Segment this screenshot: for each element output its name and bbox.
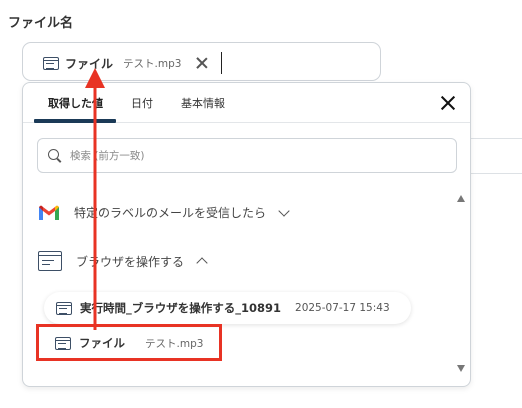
scroll-down-arrow[interactable] (457, 365, 465, 372)
file-icon (56, 301, 72, 315)
background-field (470, 138, 522, 174)
chip-label: ファイル (65, 56, 114, 71)
tab-bar: 取得した値 日付 基本情報 (23, 83, 470, 123)
group-browser-operation[interactable]: ブラウザを操作する (38, 251, 208, 271)
browser-icon (38, 251, 62, 271)
close-icon[interactable] (195, 56, 209, 70)
chevron-down-icon (278, 204, 290, 217)
gmail-icon (38, 204, 60, 221)
file-name-input[interactable]: ファイル テスト.mp3 (22, 42, 381, 81)
group-label: ブラウザを操作する (76, 254, 185, 269)
field-label: ファイル名 (8, 16, 74, 31)
search-input[interactable] (70, 149, 430, 162)
chip-sub: テスト.mp3 (123, 57, 182, 70)
group-gmail-trigger[interactable]: 特定のラベルのメールを受信したら (38, 204, 290, 221)
file-chip[interactable]: ファイル テスト.mp3 (43, 52, 209, 74)
active-tab-indicator (34, 119, 116, 123)
annotation-highlight-box (36, 324, 222, 361)
tab-date[interactable]: 日付 (131, 95, 153, 111)
list-item-execution-time[interactable]: 実行時間_ブラウザを操作する_10891 2025-07-17 15:43 (44, 292, 411, 324)
text-caret (221, 52, 222, 74)
tab-basic-info[interactable]: 基本情報 (181, 95, 225, 111)
group-label: 特定のラベルのメールを受信したら (74, 206, 267, 220)
search-icon (48, 148, 62, 163)
close-icon[interactable] (440, 95, 456, 111)
file-icon (43, 56, 59, 70)
item-label: 実行時間_ブラウザを操作する_10891 (80, 301, 282, 315)
chevron-up-icon (196, 257, 208, 269)
scroll-up-arrow[interactable] (457, 195, 465, 202)
search-box (37, 138, 457, 173)
item-value: 2025-07-17 15:43 (295, 302, 390, 314)
tab-retrieved-values[interactable]: 取得した値 (48, 95, 103, 111)
